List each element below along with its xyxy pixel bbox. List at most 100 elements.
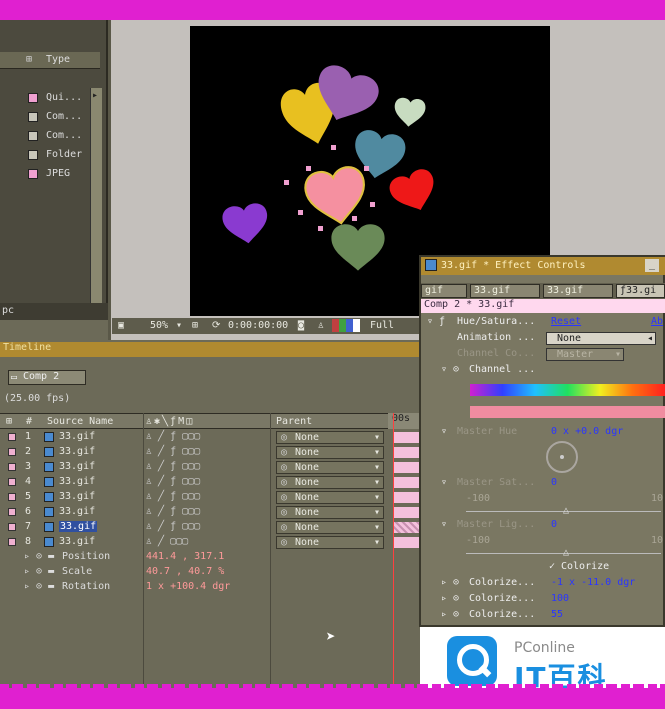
layer-duration-bar[interactable]	[394, 432, 420, 443]
hue-dial[interactable]	[546, 441, 578, 473]
parent-dropdown[interactable]: ◎ None ▾	[276, 446, 384, 459]
label-swatch[interactable]	[8, 448, 16, 456]
layer-row[interactable]: 1 33.gif ♙ ╱ ƒ ▢▢▢ ◎ None ▾	[0, 430, 420, 445]
expand-arrow-icon[interactable]: ▹ ⊙	[441, 577, 459, 588]
parent-column[interactable]: Parent	[276, 416, 312, 427]
layer-duration-bar[interactable]	[394, 477, 420, 488]
property-row-position[interactable]: ▹ ⊙ ▬ Position 441.4 , 317.1	[0, 550, 400, 565]
parent-dropdown[interactable]: ◎ None ▾	[276, 506, 384, 519]
property-row-rotation[interactable]: ▹ ⊙ ▬ Rotation 1 x +100.4 dgr	[0, 580, 400, 595]
layer-name[interactable]: 33.gif	[59, 491, 95, 502]
slider-thumb-icon[interactable]: △	[563, 505, 569, 516]
twirl-down-icon[interactable]: ▿ ƒ	[427, 316, 445, 327]
layer-duration-bar[interactable]	[394, 447, 420, 458]
layer-duration-bar[interactable]	[394, 462, 420, 473]
project-item[interactable]: Folder	[0, 146, 100, 165]
parent-dropdown[interactable]: ◎ None ▾	[276, 461, 384, 474]
project-scrollbar[interactable]: ▸	[90, 88, 102, 303]
checkmark-icon[interactable]: ✓	[549, 561, 555, 572]
layer-name[interactable]: 33.gif	[59, 431, 95, 442]
snapshot-icon[interactable]: ⟳	[212, 320, 220, 331]
switches-icon[interactable]: ♙ ╱ ▢▢▢	[146, 536, 188, 547]
master-saturation-value[interactable]: 0	[551, 477, 557, 488]
slider-thumb-icon[interactable]: △	[563, 547, 569, 558]
zoom-menu[interactable]: 50%	[150, 320, 168, 331]
layer-name[interactable]: 33.gif	[59, 521, 98, 532]
layer-row[interactable]: 2 33.gif ♙ ╱ ƒ ▢▢▢ ◎ None ▾	[0, 445, 420, 460]
layer-name[interactable]: 33.gif	[59, 446, 95, 457]
master-lightness-row[interactable]: ▿ Master Lig... 0	[421, 518, 665, 534]
reset-link[interactable]: Reset	[551, 316, 581, 327]
layer-row-selected[interactable]: 7 33.gif ♙ ╱ ƒ ▢▢▢ ◎ None ▾	[0, 520, 420, 535]
colorize-hue-row[interactable]: ▹ ⊙ Colorize... -1 x -11.0 dgr	[421, 576, 665, 592]
expand-arrow-icon[interactable]: ▹ ⊙	[441, 609, 459, 620]
animation-row[interactable]: Animation ... None ◂	[421, 331, 665, 347]
property-value[interactable]: 40.7 , 40.7 %	[146, 566, 224, 577]
effect-header-row[interactable]: ▿ ƒ Hue/Satura... Reset Ab	[421, 315, 665, 331]
parent-dropdown[interactable]: ◎ None ▾	[276, 536, 384, 549]
label-swatch[interactable]	[8, 463, 16, 471]
resolution-menu[interactable]: Full	[370, 320, 394, 331]
twirl-down-icon[interactable]: ▿	[441, 519, 447, 530]
type-column-label[interactable]: Type	[46, 54, 70, 65]
chevron-down-icon[interactable]: ▾	[176, 320, 182, 331]
property-value[interactable]: 441.4 , 317.1	[146, 551, 224, 562]
parent-dropdown[interactable]: ◎ None ▾	[276, 491, 384, 504]
layer-duration-bar[interactable]	[394, 522, 420, 533]
colorize-checkbox-row[interactable]: ✓ Colorize	[421, 560, 665, 576]
layer-duration-bar[interactable]	[394, 507, 420, 518]
label-swatch[interactable]	[8, 478, 16, 486]
master-lightness-value[interactable]: 0	[551, 519, 557, 530]
parent-dropdown[interactable]: ◎ None ▾	[276, 431, 384, 444]
property-value[interactable]: 1 x +100.4 dgr	[146, 581, 230, 592]
layer-duration-bar[interactable]	[394, 492, 420, 503]
layer-name[interactable]: 33.gif	[59, 536, 95, 547]
layer-row[interactable]: 5 33.gif ♙ ╱ ƒ ▢▢▢ ◎ None ▾	[0, 490, 420, 505]
layer-duration-bar[interactable]	[394, 537, 420, 548]
animation-dropdown[interactable]: None ◂	[546, 332, 656, 345]
label-swatch[interactable]	[8, 493, 16, 501]
layer-row[interactable]: 6 33.gif ♙ ╱ ƒ ▢▢▢ ◎ None ▾	[0, 505, 420, 520]
current-time-indicator[interactable]	[393, 413, 394, 688]
switches-icon[interactable]: ♙ ╱ ƒ ▢▢▢	[146, 446, 200, 457]
project-item[interactable]: JPEG	[0, 165, 100, 184]
layer-name[interactable]: 33.gif	[59, 476, 95, 487]
switches-icon[interactable]: ♙ ╱ ƒ ▢▢▢	[146, 521, 200, 532]
parent-dropdown[interactable]: ◎ None ▾	[276, 476, 384, 489]
about-link[interactable]: Ab	[651, 316, 663, 327]
twirl-down-icon[interactable]: ▿ ⊙	[441, 364, 459, 375]
layer-row[interactable]: 8 33.gif ♙ ╱ ▢▢▢ ◎ None ▾	[0, 535, 420, 550]
label-swatch[interactable]	[8, 523, 16, 531]
layer-row[interactable]: 3 33.gif ♙ ╱ ƒ ▢▢▢ ◎ None ▾	[0, 460, 420, 475]
switches-icon[interactable]: ♙ ╱ ƒ ▢▢▢	[146, 506, 200, 517]
master-hue-value[interactable]: 0 x +0.0 dgr	[551, 426, 623, 437]
channel-control-row[interactable]: Channel Co... Master ▾	[421, 347, 665, 363]
colorize-lightness-value[interactable]: 55	[551, 609, 563, 620]
property-row-scale[interactable]: ▹ ⊙ ▬ Scale 40.7 , 40.7 %	[0, 565, 400, 580]
grid-icon[interactable]: ⊞	[192, 320, 198, 331]
channel-control-dropdown[interactable]: Master ▾	[546, 348, 624, 361]
expand-arrow-icon[interactable]: ▹ ⊙ ▬	[24, 581, 54, 592]
tab-comp-2[interactable]: ▭ Comp 2	[8, 370, 86, 385]
toggle-icon[interactable]: ▣	[118, 320, 124, 331]
tab-33-gif[interactable]: 33.gif	[543, 284, 613, 298]
timecode[interactable]: 0:00:00:00	[228, 320, 288, 331]
project-item[interactable]: Com...	[0, 108, 100, 127]
label-swatch[interactable]	[8, 433, 16, 441]
layer-name[interactable]: 33.gif	[59, 461, 95, 472]
channels-icon[interactable]: ♙	[318, 320, 324, 331]
expand-arrow-icon[interactable]: ▹ ⊙ ▬	[24, 551, 54, 562]
project-item[interactable]: Com...	[0, 127, 100, 146]
colorize-lightness-row[interactable]: ▹ ⊙ Colorize... 55	[421, 608, 665, 624]
project-item[interactable]: Qui...	[0, 89, 100, 108]
layer-name[interactable]: 33.gif	[59, 506, 95, 517]
switches-icon[interactable]: ♙ ╱ ƒ ▢▢▢	[146, 431, 200, 442]
tab-33-gif[interactable]: 33.gif	[470, 284, 540, 298]
twirl-down-icon[interactable]: ▿	[441, 426, 447, 437]
switches-icon[interactable]: ♙ ╱ ƒ ▢▢▢	[146, 476, 200, 487]
minimize-button[interactable]: _	[645, 259, 659, 272]
colorize-saturation-row[interactable]: ▹ ⊙ Colorize... 100	[421, 592, 665, 608]
layer-row[interactable]: 4 33.gif ♙ ╱ ƒ ▢▢▢ ◎ None ▾	[0, 475, 420, 490]
tab-gif[interactable]: gif	[421, 284, 467, 298]
expand-arrow-icon[interactable]: ▹ ⊙ ▬	[24, 566, 54, 577]
